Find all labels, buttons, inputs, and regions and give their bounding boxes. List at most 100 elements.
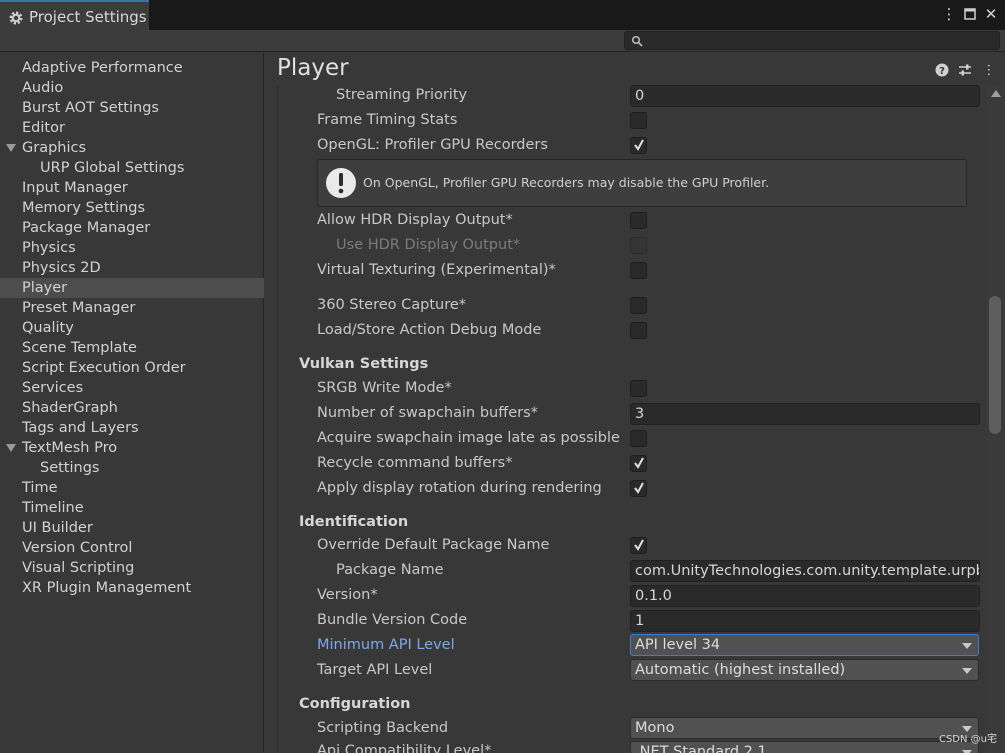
maximize-icon[interactable] bbox=[961, 4, 979, 24]
sidebar-item-urp-global[interactable]: URP Global Settings bbox=[0, 158, 264, 178]
target-api-label: Target API Level bbox=[317, 662, 433, 678]
sidebar-item-package-manager[interactable]: Package Manager bbox=[0, 218, 264, 238]
package-name-field[interactable]: com.UnityTechnologies.com.unity.template… bbox=[630, 560, 980, 582]
package-name-label: Package Name bbox=[336, 562, 444, 578]
search-input[interactable] bbox=[624, 31, 1000, 50]
sidebar-item-version-control[interactable]: Version Control bbox=[0, 538, 264, 558]
override-package-checkbox[interactable] bbox=[630, 537, 647, 554]
target-api-dropdown[interactable]: Automatic (highest installed) bbox=[630, 659, 979, 681]
sidebar-item-physics[interactable]: Physics bbox=[0, 238, 264, 258]
sidebar-item-ui-builder[interactable]: UI Builder bbox=[0, 518, 264, 538]
sidebar-item-input-manager[interactable]: Input Manager bbox=[0, 178, 264, 198]
svg-text:?: ? bbox=[939, 66, 945, 77]
streaming-priority-field[interactable]: 0 bbox=[630, 85, 980, 107]
sidebar-item-scene-template[interactable]: Scene Template bbox=[0, 338, 264, 358]
target-api-value: Automatic (highest installed) bbox=[635, 662, 846, 678]
checkmark-icon bbox=[634, 139, 644, 151]
sidebar-item-textmesh-pro[interactable]: TextMesh Pro bbox=[0, 438, 264, 458]
sidebar-item-tmp-settings[interactable]: Settings bbox=[0, 458, 264, 478]
sidebar-item-timeline[interactable]: Timeline bbox=[0, 498, 264, 518]
allow-hdr-label: Allow HDR Display Output* bbox=[317, 212, 513, 228]
preset-sliders-icon[interactable] bbox=[957, 63, 973, 79]
sidebar-item-shadergraph[interactable]: ShaderGraph bbox=[0, 398, 264, 418]
scrollbar-thumb[interactable] bbox=[989, 296, 1001, 434]
settings-list: Streaming Priority 0 Frame Timing Stats … bbox=[277, 85, 986, 753]
min-api-value: API level 34 bbox=[635, 637, 721, 653]
search-icon bbox=[631, 35, 643, 47]
min-api-dropdown[interactable]: API level 34 bbox=[630, 634, 979, 656]
stereo-capture-label: 360 Stereo Capture* bbox=[317, 297, 467, 313]
search-row bbox=[0, 30, 1005, 52]
opengl-help-text: On OpenGL, Profiler GPU Recorders may di… bbox=[363, 175, 770, 190]
vertical-scrollbar[interactable] bbox=[986, 86, 1005, 753]
checkmark-icon bbox=[634, 482, 644, 494]
help-icon[interactable]: ? bbox=[934, 63, 950, 79]
window-tab[interactable]: Project Settings bbox=[0, 0, 149, 32]
acquire-late-checkbox[interactable] bbox=[630, 430, 647, 447]
sidebar-item-script-execution-order[interactable]: Script Execution Order bbox=[0, 358, 264, 378]
gear-icon bbox=[9, 11, 23, 25]
recycle-buffers-label: Recycle command buffers* bbox=[317, 455, 513, 471]
version-field[interactable]: 0.1.0 bbox=[630, 585, 980, 607]
bundle-code-field[interactable]: 1 bbox=[630, 610, 980, 632]
scripting-backend-value: Mono bbox=[635, 720, 675, 736]
sidebar-item-graphics[interactable]: Graphics bbox=[0, 138, 264, 158]
identification-header: Identification bbox=[299, 514, 409, 530]
expand-arrow-icon[interactable] bbox=[6, 444, 16, 452]
sidebar-item-time[interactable]: Time bbox=[0, 478, 264, 498]
scripting-backend-label: Scripting Backend bbox=[317, 720, 449, 736]
checkmark-icon bbox=[634, 457, 644, 469]
chevron-down-icon bbox=[962, 668, 972, 674]
checkmark-icon bbox=[634, 539, 644, 551]
sidebar-item-player[interactable]: Player bbox=[0, 278, 264, 298]
acquire-late-label: Acquire swapchain image late as possible bbox=[317, 430, 620, 446]
recycle-buffers-checkbox[interactable] bbox=[630, 455, 647, 472]
chevron-down-icon bbox=[962, 643, 972, 649]
sidebar-item-xr-plugin-management[interactable]: XR Plugin Management bbox=[0, 578, 264, 598]
swapchain-buffers-label: Number of swapchain buffers* bbox=[317, 405, 538, 421]
sidebar-item-tags-and-layers[interactable]: Tags and Layers bbox=[0, 418, 264, 438]
opengl-profiler-label: OpenGL: Profiler GPU Recorders bbox=[317, 137, 548, 153]
override-package-label: Override Default Package Name bbox=[317, 537, 550, 553]
frame-timing-checkbox[interactable] bbox=[630, 112, 647, 129]
sidebar-item-memory-settings[interactable]: Memory Settings bbox=[0, 198, 264, 218]
opengl-profiler-checkbox[interactable] bbox=[630, 137, 647, 154]
api-compat-label: Api Compatibility Level* bbox=[317, 743, 492, 753]
frame-timing-label: Frame Timing Stats bbox=[317, 112, 458, 128]
apply-rotation-checkbox[interactable] bbox=[630, 480, 647, 497]
srgb-write-checkbox[interactable] bbox=[630, 380, 647, 397]
srgb-write-label: SRGB Write Mode* bbox=[317, 380, 452, 396]
sidebar-item-burst-aot[interactable]: Burst AOT Settings bbox=[0, 98, 264, 118]
sidebar-item-adaptive-performance[interactable]: Adaptive Performance bbox=[0, 58, 264, 78]
min-api-label: Minimum API Level bbox=[317, 637, 455, 653]
api-compat-value: .NET Standard 2.1 bbox=[635, 744, 767, 753]
virtual-texturing-checkbox[interactable] bbox=[630, 262, 647, 279]
api-compat-dropdown[interactable]: .NET Standard 2.1 bbox=[630, 741, 979, 753]
scripting-backend-dropdown[interactable]: Mono bbox=[630, 717, 979, 739]
sidebar-item-audio[interactable]: Audio bbox=[0, 78, 264, 98]
sidebar-item-visual-scripting[interactable]: Visual Scripting bbox=[0, 558, 264, 578]
sidebar-item-quality[interactable]: Quality bbox=[0, 318, 264, 338]
settings-sidebar: Adaptive Performance Audio Burst AOT Set… bbox=[0, 53, 264, 753]
stereo-capture-checkbox[interactable] bbox=[630, 297, 647, 314]
opengl-help-box: On OpenGL, Profiler GPU Recorders may di… bbox=[317, 159, 967, 207]
sidebar-item-services[interactable]: Services bbox=[0, 378, 264, 398]
streaming-priority-label: Streaming Priority bbox=[336, 87, 468, 103]
window-title: Project Settings bbox=[29, 8, 147, 26]
configuration-header: Configuration bbox=[299, 696, 411, 712]
use-hdr-label: Use HDR Display Output* bbox=[336, 237, 521, 253]
sidebar-item-preset-manager[interactable]: Preset Manager bbox=[0, 298, 264, 318]
sidebar-item-physics-2d[interactable]: Physics 2D bbox=[0, 258, 264, 278]
load-store-checkbox[interactable] bbox=[630, 322, 647, 339]
expand-arrow-icon[interactable] bbox=[6, 144, 16, 152]
use-hdr-checkbox bbox=[630, 237, 647, 254]
vulkan-settings-header: Vulkan Settings bbox=[299, 356, 429, 372]
more-options-icon[interactable]: ⋮ bbox=[940, 4, 958, 24]
swapchain-buffers-field[interactable]: 3 bbox=[630, 403, 980, 425]
bundle-code-label: Bundle Version Code bbox=[317, 612, 468, 628]
allow-hdr-checkbox[interactable] bbox=[630, 212, 647, 229]
scroll-up-icon[interactable] bbox=[991, 90, 1001, 97]
sidebar-item-editor[interactable]: Editor bbox=[0, 118, 264, 138]
more-options-icon[interactable]: ⋮ bbox=[981, 63, 997, 79]
close-icon[interactable]: ✕ bbox=[982, 4, 1000, 24]
